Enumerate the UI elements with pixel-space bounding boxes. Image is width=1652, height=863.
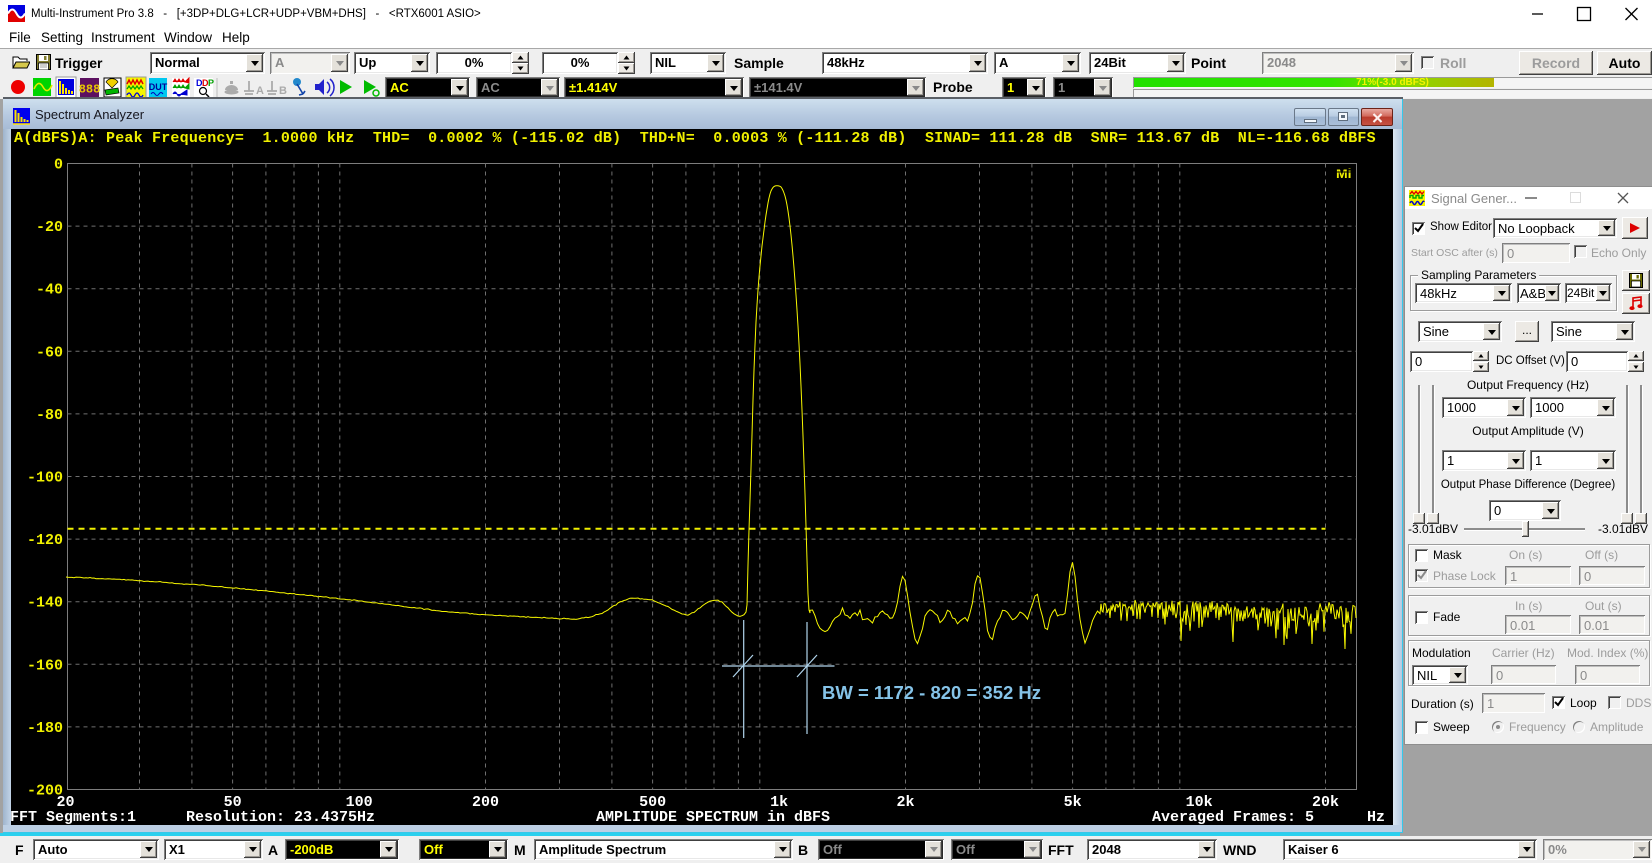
svg-text:-120: -120 [27, 532, 63, 549]
svg-text:20k: 20k [1312, 794, 1339, 811]
svg-text:-60: -60 [36, 344, 63, 361]
svg-text:5k: 5k [1064, 794, 1082, 811]
svg-text:Averaged Frames: 5: Averaged Frames: 5 [1152, 809, 1314, 825]
svg-text:200: 200 [472, 794, 499, 811]
svg-text:Resolution: 23.4375Hz: Resolution: 23.4375Hz [186, 809, 375, 825]
svg-text:Mi: Mi [1336, 165, 1352, 181]
svg-text:888: 888 [79, 83, 101, 97]
svg-text:-20: -20 [36, 219, 63, 236]
svg-text:2k: 2k [896, 794, 914, 811]
svg-text:P: P [208, 78, 214, 88]
svg-text:-100: -100 [27, 470, 63, 487]
svg-text:-80: -80 [36, 407, 63, 424]
svg-text:A: A [256, 85, 264, 97]
svg-text:-180: -180 [27, 720, 63, 737]
svg-text:Hz: Hz [1367, 809, 1385, 825]
svg-text:BW = 1172 - 820 = 352 Hz: BW = 1172 - 820 = 352 Hz [822, 682, 1041, 703]
svg-text:B: B [279, 85, 287, 97]
svg-text:-40: -40 [36, 282, 63, 299]
svg-text:AMPLITUDE SPECTRUM in dBFS: AMPLITUDE SPECTRUM in dBFS [596, 809, 830, 825]
svg-text:FFT Segments:1: FFT Segments:1 [11, 809, 136, 825]
svg-text:DUT: DUT [149, 82, 168, 92]
svg-text:-140: -140 [27, 595, 63, 612]
svg-text:0: 0 [54, 157, 63, 174]
svg-text:-160: -160 [27, 657, 63, 674]
